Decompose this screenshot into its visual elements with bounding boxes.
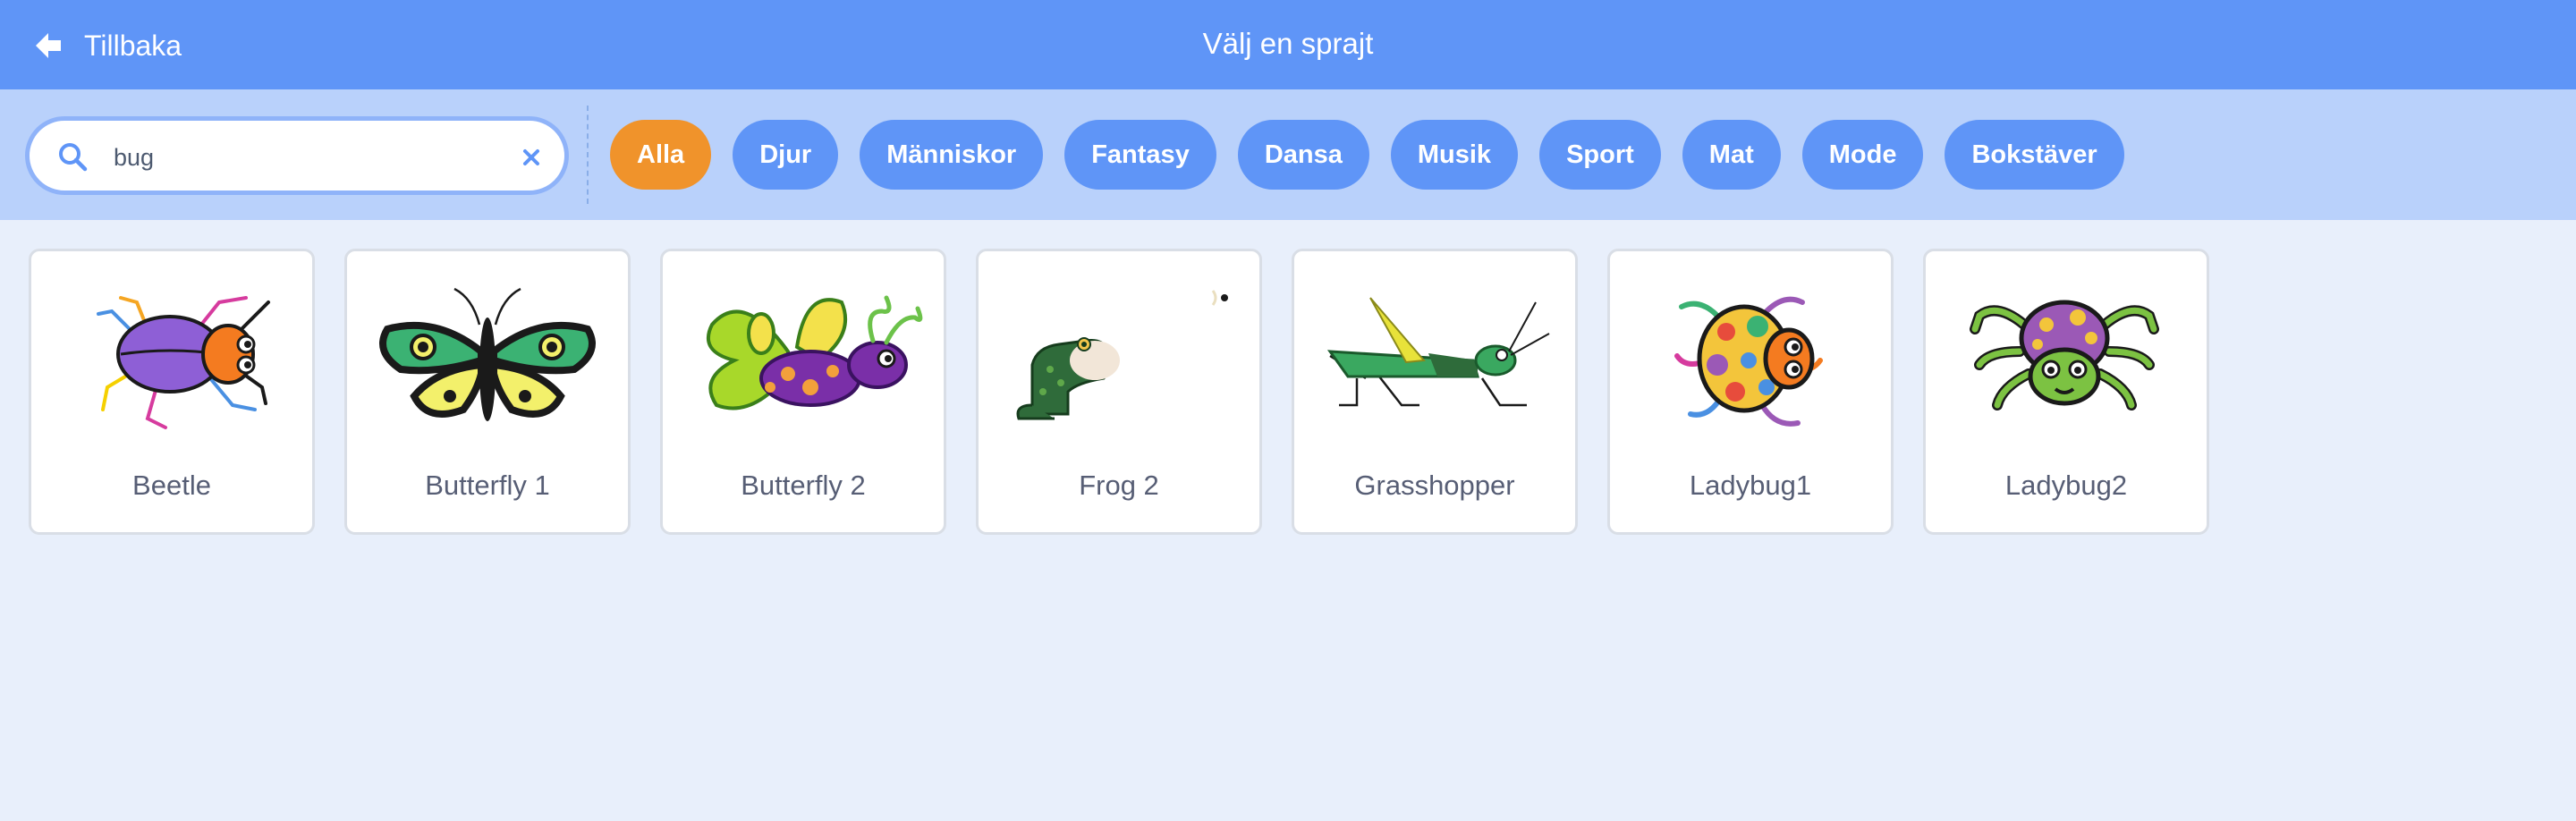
category-chip-bokstaver[interactable]: Bokstäver [1945, 120, 2124, 190]
sprite-card-frog-2[interactable]: Frog 2 [976, 249, 1262, 535]
search-input[interactable] [114, 140, 489, 174]
sprite-card-butterfly-2[interactable]: Butterfly 2 [660, 249, 946, 535]
header-bar: Tillbaka Välj en sprajt [0, 0, 2576, 89]
category-chip-dansa[interactable]: Dansa [1237, 120, 1369, 190]
sprite-card-ladybug1[interactable]: Ladybug1 [1607, 249, 1894, 535]
divider [587, 106, 589, 204]
sprite-name: Grasshopper [1354, 470, 1515, 501]
category-chip-alla[interactable]: Alla [610, 120, 712, 190]
frog-icon [1016, 290, 1228, 420]
ladybug-icon [1970, 300, 2159, 410]
category-chip-mode[interactable]: Mode [1801, 120, 1924, 190]
beetle-icon [97, 296, 270, 429]
sprite-grid: Beetle Butterfly 1 Butterfly 2 Frog 2 Gr… [29, 249, 2209, 535]
sprite-name: Butterfly 2 [741, 470, 866, 501]
sprite-card-ladybug2[interactable]: Ladybug2 [1923, 249, 2209, 535]
category-chips: Alla Djur Människor Fantasy Dansa Musik … [610, 120, 2124, 190]
category-chip-manniskor[interactable]: Människor [860, 120, 1044, 190]
sprite-card-butterfly-1[interactable]: Butterfly 1 [344, 249, 631, 535]
filter-bar: Alla Djur Människor Fantasy Dansa Musik … [0, 89, 2576, 220]
category-chip-sport[interactable]: Sport [1539, 120, 1661, 190]
sprite-name: Frog 2 [1079, 470, 1159, 501]
page-title: Välj en sprajt [1202, 27, 1374, 60]
butterfly-icon [707, 295, 923, 410]
ladybug-icon [1674, 296, 1823, 427]
sprite-card-grasshopper[interactable]: Grasshopper [1292, 249, 1578, 535]
category-chip-djur[interactable]: Djur [733, 120, 839, 190]
sprite-name: Ladybug1 [1689, 470, 1812, 501]
grasshopper-icon [1326, 297, 1550, 407]
butterfly-icon [379, 287, 596, 421]
category-chip-mat[interactable]: Mat [1682, 120, 1781, 190]
category-chip-musik[interactable]: Musik [1390, 120, 1519, 190]
sprite-name: Beetle [132, 470, 211, 501]
sprite-name: Butterfly 1 [425, 470, 550, 501]
close-icon[interactable] [519, 145, 544, 170]
category-chip-fantasy[interactable]: Fantasy [1064, 120, 1216, 190]
sprite-name: Ladybug2 [2004, 470, 2128, 501]
search-box[interactable] [25, 116, 569, 195]
sprite-card-beetle[interactable]: Beetle [29, 249, 315, 535]
search-icon [59, 143, 88, 172]
